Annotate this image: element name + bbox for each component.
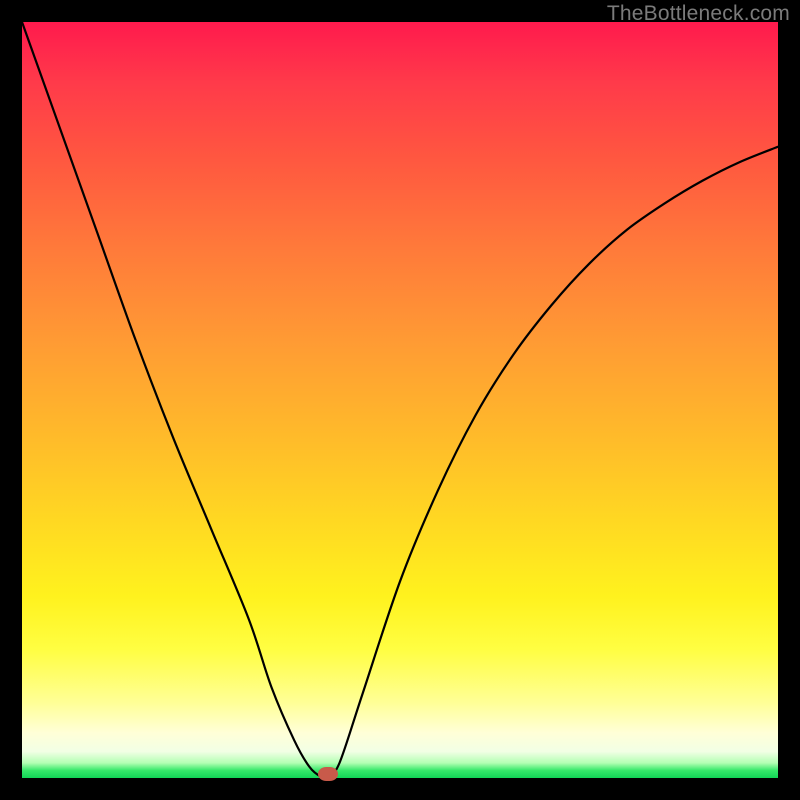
min-marker [318,767,338,781]
watermark-text: TheBottleneck.com [607,2,790,26]
chart-frame: TheBottleneck.com [0,0,800,800]
bottleneck-curve [22,22,778,778]
plot-area [22,22,778,778]
